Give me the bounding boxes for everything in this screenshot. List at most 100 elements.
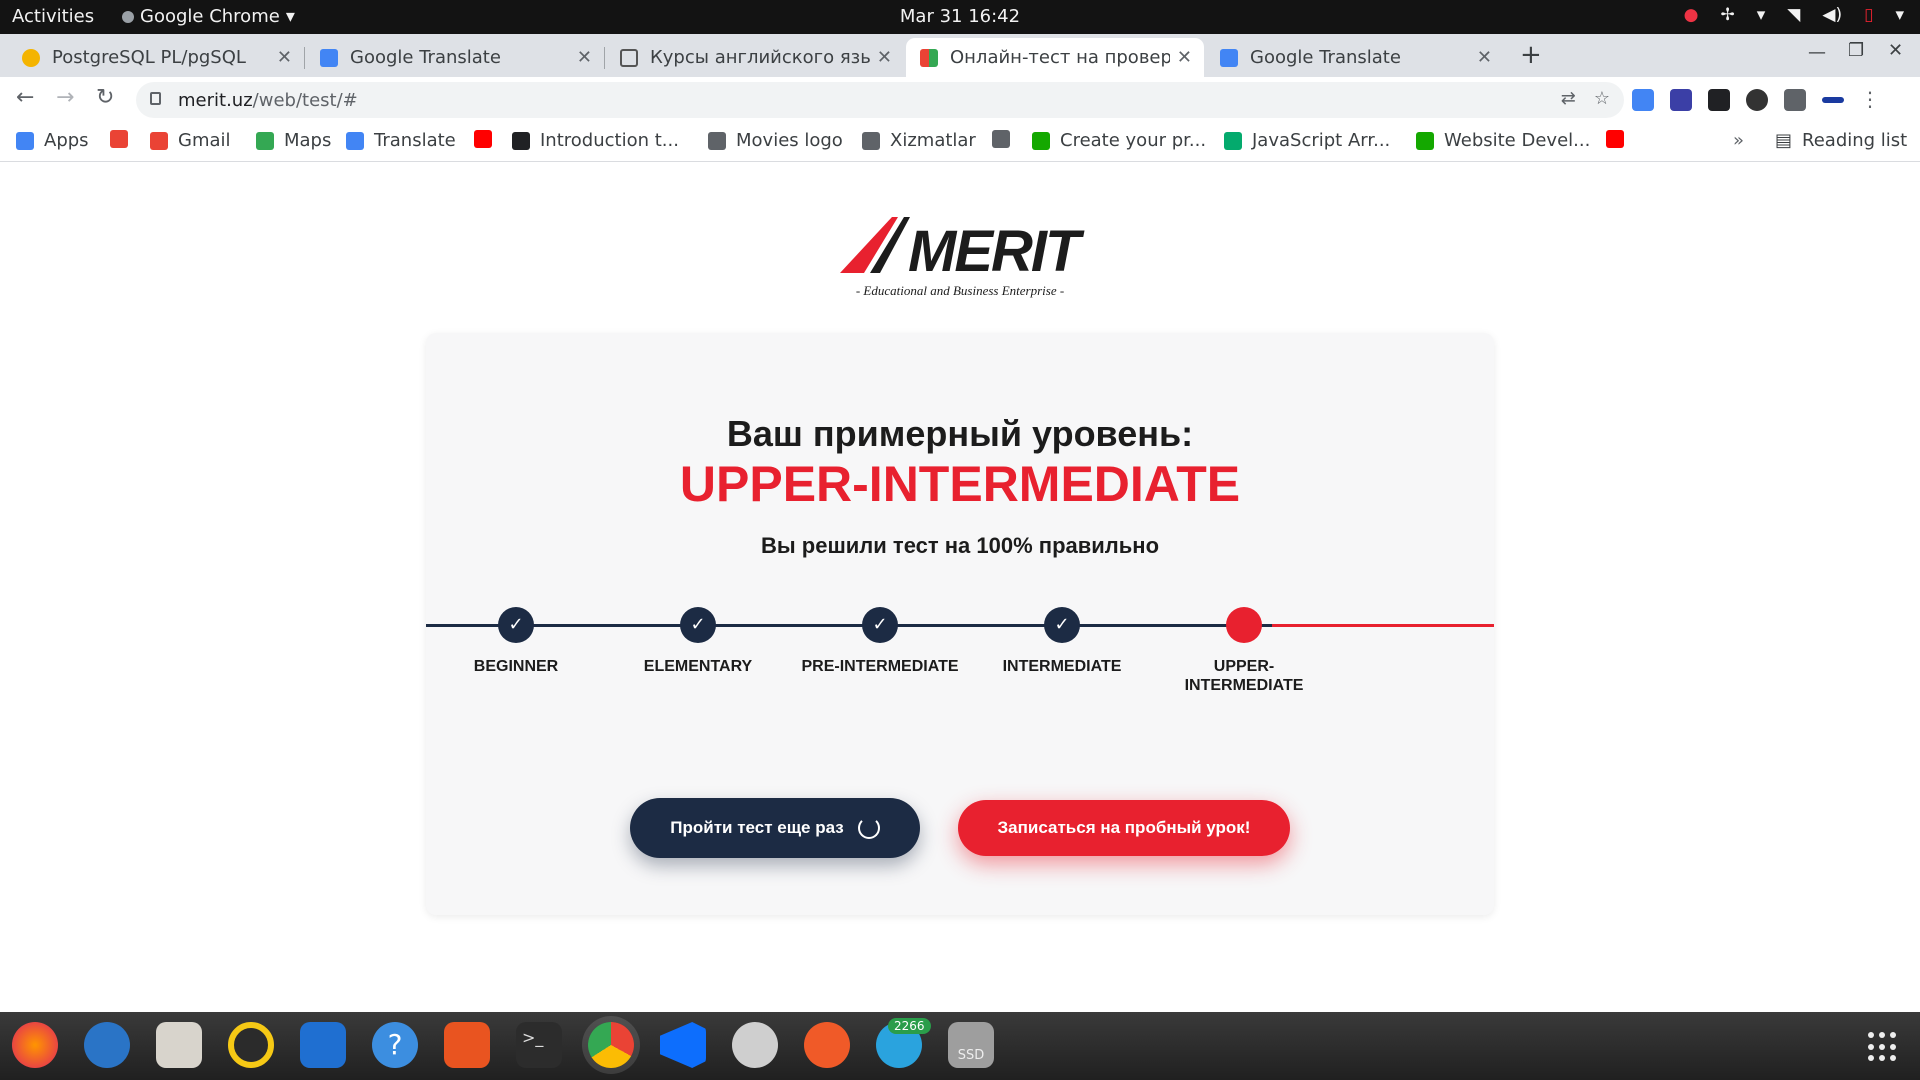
restore-button[interactable]: ❐ — [1848, 40, 1864, 61]
bookmark-item[interactable] — [1606, 130, 1634, 148]
chevron-down-icon[interactable]: ▾ — [1895, 5, 1904, 25]
bookmark-item[interactable] — [474, 130, 502, 148]
reload-button[interactable]: ↻ — [96, 85, 114, 110]
volume-icon[interactable]: ◀) — [1822, 5, 1842, 25]
accessibility-icon[interactable]: ✢ — [1721, 5, 1735, 25]
merit-logo[interactable]: MERIT - Educational and Business Enterpr… — [830, 213, 1090, 303]
extension-6-icon[interactable] — [1670, 89, 1692, 111]
vscode-icon[interactable] — [660, 1022, 706, 1068]
tab-online-test[interactable]: Онлайн-тест на проверк ✕ — [906, 38, 1204, 77]
apps-grid-icon — [16, 131, 34, 150]
profile-icon[interactable] — [1822, 97, 1844, 103]
system-tray[interactable]: ● ✢ ▾ ◥ ◀) ▯ ▾ — [1684, 5, 1904, 25]
terminal-icon[interactable]: >_ — [516, 1022, 562, 1068]
bookmark-item[interactable]: Translate — [346, 130, 456, 151]
close-tab-icon[interactable]: ✕ — [1177, 47, 1192, 68]
result-score: Вы решили тест на 100% правильно — [760, 533, 1160, 558]
chevron-down-icon: ▾ — [285, 6, 295, 27]
globe-icon — [862, 131, 880, 150]
cb-extension-icon[interactable] — [1708, 89, 1730, 111]
step-label: PRE-INTERMEDIATE — [801, 658, 959, 675]
close-tab-icon[interactable]: ✕ — [877, 47, 892, 68]
bookmark-label: JavaScript Arr... — [1252, 130, 1391, 151]
translate-page-icon[interactable]: ⇄ — [1561, 88, 1576, 109]
youtube-icon — [1606, 130, 1624, 148]
translate-favicon-icon — [1220, 48, 1238, 67]
puzzle-extensions-icon[interactable] — [1784, 89, 1806, 111]
step-check-icon: ✓ — [1044, 607, 1080, 643]
w3-icon — [1224, 131, 1242, 150]
minimize-button[interactable]: — — [1808, 42, 1826, 63]
installer-icon[interactable] — [732, 1022, 778, 1068]
postman-icon[interactable] — [804, 1022, 850, 1068]
chrome-dock-icon[interactable] — [588, 1022, 634, 1068]
battery-icon[interactable]: ▯ — [1864, 5, 1873, 25]
thunderbird-icon[interactable] — [84, 1022, 130, 1068]
tab-separator — [304, 47, 305, 69]
bookmark-item[interactable]: Create your pr... — [1032, 130, 1206, 151]
translate-extension-icon[interactable] — [1632, 89, 1654, 111]
reading-list-button[interactable]: ▤ Reading list — [1775, 130, 1907, 151]
ssd-drive-icon[interactable]: SSD — [948, 1022, 994, 1068]
bookmark-item[interactable] — [110, 130, 138, 148]
bookmark-item[interactable] — [992, 130, 1020, 148]
activities-button[interactable]: Activities — [12, 6, 94, 27]
rhythmbox-icon[interactable] — [228, 1022, 274, 1068]
writer-icon[interactable] — [300, 1022, 346, 1068]
extensions-area: ⋮ — [1632, 89, 1880, 111]
bookmark-item[interactable]: Apps — [16, 130, 89, 151]
telegram-unread-badge: 2266 — [888, 1018, 931, 1034]
tab-separator — [604, 47, 605, 69]
address-bar[interactable]: merit.uz/web/test/# ⇄ ☆ — [136, 82, 1624, 118]
new-tab-button[interactable]: + — [1520, 40, 1542, 70]
wifi-icon[interactable]: ◥ — [1787, 5, 1800, 25]
forward-button[interactable]: → — [56, 85, 74, 110]
close-window-button[interactable]: ✕ — [1888, 40, 1903, 61]
chevron-down-icon[interactable]: ▾ — [1757, 5, 1766, 25]
help-icon[interactable]: ? — [372, 1022, 418, 1068]
step-check-icon: ✓ — [862, 607, 898, 643]
retry-test-label: Пройти тест еще раз — [670, 818, 844, 837]
translate-icon — [346, 131, 364, 150]
tab-google-translate[interactable]: Google Translate ✕ — [306, 38, 605, 77]
url-text[interactable]: merit.uz/web/test/# — [178, 90, 358, 111]
lock-icon[interactable] — [150, 92, 161, 105]
tab-postgresql[interactable]: PostgreSQL PL/pgSQL ✕ — [8, 38, 305, 77]
tab-google-translate-2[interactable]: Google Translate ✕ — [1206, 38, 1504, 77]
chrome-notification-icon[interactable]: ● — [1684, 5, 1699, 25]
files-icon[interactable] — [156, 1022, 202, 1068]
result-card: Ваш примерный уровень: UPPER-INTERMEDIAT… — [426, 333, 1494, 915]
bookmark-item[interactable]: JavaScript Arr... — [1224, 130, 1390, 151]
close-tab-icon[interactable]: ✕ — [577, 47, 592, 68]
bookmark-item[interactable]: Gmail — [150, 130, 231, 151]
close-tab-icon[interactable]: ✕ — [1477, 47, 1492, 68]
bookmarks-overflow-button[interactable]: » — [1733, 130, 1744, 151]
youtube-icon — [474, 130, 492, 148]
close-tab-icon[interactable]: ✕ — [277, 47, 292, 68]
bookmark-item[interactable]: Introduction t... — [512, 130, 679, 151]
bookmark-label: Translate — [374, 130, 456, 151]
kebab-menu-icon[interactable]: ⋮ — [1860, 89, 1880, 111]
app-menu[interactable]: Google Chrome ▾ — [122, 6, 295, 27]
bookmark-item[interactable]: Website Devel... — [1416, 130, 1590, 151]
reading-list-icon: ▤ — [1775, 130, 1793, 151]
bookmark-item[interactable]: Movies logo — [708, 130, 843, 151]
tab-title: Онлайн-тест на проверк — [950, 47, 1170, 68]
show-applications-icon[interactable] — [1868, 1032, 1900, 1062]
maps-icon — [256, 131, 274, 150]
bookmark-item[interactable]: Xizmatlar — [862, 130, 976, 151]
book-trial-lesson-button[interactable]: Записаться на пробный урок! — [958, 800, 1290, 856]
bookmark-star-icon[interactable]: ☆ — [1594, 88, 1610, 109]
software-center-icon[interactable] — [444, 1022, 490, 1068]
back-button[interactable]: ← — [16, 85, 34, 110]
step-label: BEGINNER — [473, 658, 559, 675]
tab-title: Google Translate — [1250, 47, 1401, 68]
result-level: UPPER-INTERMEDIATE — [679, 456, 1241, 512]
retry-test-button[interactable]: Пройти тест еще раз — [630, 798, 920, 858]
bookmark-label: Maps — [284, 130, 332, 151]
firefox-icon[interactable] — [12, 1022, 58, 1068]
extension-icon[interactable] — [1746, 89, 1768, 111]
postgres-favicon-icon — [22, 48, 40, 67]
bookmark-item[interactable]: Maps — [256, 130, 331, 151]
tab-english-courses[interactable]: Курсы английского язык ✕ — [606, 38, 904, 77]
